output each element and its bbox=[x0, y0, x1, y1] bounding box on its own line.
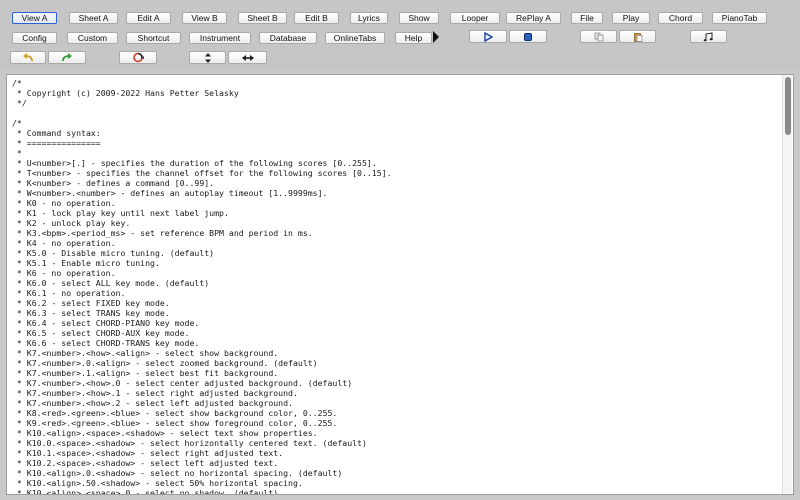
code-line: * K1 - lock play key until next label ju… bbox=[12, 208, 229, 218]
lyrics-button[interactable]: Lyrics bbox=[350, 12, 388, 24]
code-line: * K10.<align>.50.<shadow> - select 50% h… bbox=[12, 478, 303, 488]
code-line: * K8.<red>.<green>.<blue> - select show … bbox=[12, 408, 338, 418]
code-line: * K6.6 - select CHORD-TRANS key mode. bbox=[12, 338, 200, 348]
code-line: * K10.1.<space>.<shadow> - select right … bbox=[12, 448, 284, 458]
code-line: * K5.0 - Disable micro tuning. (default) bbox=[12, 248, 215, 258]
code-line: * K3.<bpm>.<period_ms> - set reference B… bbox=[12, 228, 313, 238]
code-line: * K7.<number>.1.<align> - select best fi… bbox=[12, 368, 279, 378]
code-line: * K10.<align>.<space>.<shadow> - select … bbox=[12, 428, 318, 438]
code-line: /* bbox=[12, 78, 22, 88]
code-line: * K6 - no operation. bbox=[12, 268, 116, 278]
pianotab-button[interactable]: PianoTab bbox=[712, 12, 767, 24]
code-line: * K5.1 - Enable micro tuning. bbox=[12, 258, 160, 268]
code-line: * K6.5 - select CHORD-AUX key mode. bbox=[12, 328, 190, 338]
sheet-a-button[interactable]: Sheet A bbox=[69, 12, 118, 24]
code-line: * K7.<number>.<how>.<align> - select sho… bbox=[12, 348, 279, 358]
view-a-button[interactable]: View A bbox=[12, 12, 57, 24]
code-line: * U<number>[.] - specifies the duration … bbox=[12, 158, 377, 168]
record-button[interactable] bbox=[119, 51, 157, 64]
more-arrow-icon[interactable] bbox=[432, 30, 440, 44]
code-line: */ bbox=[12, 98, 27, 108]
instrument-button[interactable]: Instrument bbox=[189, 32, 251, 44]
code-line: * K0 - no operation. bbox=[12, 198, 116, 208]
chord-button[interactable]: Chord bbox=[658, 12, 703, 24]
paste-icon bbox=[633, 32, 643, 42]
play-button[interactable]: Play bbox=[612, 12, 650, 24]
code-line: * bbox=[12, 148, 22, 158]
code-line: * K6.0 - select ALL key mode. (default) bbox=[12, 278, 210, 288]
sheet-b-button[interactable]: Sheet B bbox=[238, 12, 287, 24]
scrollbar-thumb[interactable] bbox=[785, 77, 791, 135]
redo-icon bbox=[61, 52, 73, 63]
vertical-resize-button[interactable] bbox=[189, 51, 226, 64]
help-button[interactable]: Help bbox=[395, 32, 432, 44]
code-line: * K10.2.<space>.<shadow> - select left a… bbox=[12, 458, 279, 468]
view-b-button[interactable]: View B bbox=[182, 12, 227, 24]
horizontal-resize-icon bbox=[241, 54, 254, 62]
code-line: * W<number>.<number> - defines an autopl… bbox=[12, 188, 328, 198]
show-button[interactable]: Show bbox=[399, 12, 439, 24]
replay-a-button[interactable]: RePlay A bbox=[506, 12, 561, 24]
copy-button[interactable] bbox=[580, 30, 617, 43]
notes-button[interactable] bbox=[690, 30, 727, 43]
looper-button[interactable]: Looper bbox=[450, 12, 500, 24]
code-line: * K9.<red>.<green>.<blue> - select show … bbox=[12, 418, 338, 428]
code-line: * K10.<align>.<space>.0 - select no shad… bbox=[12, 488, 279, 495]
onlinetabs-button[interactable]: OnlineTabs bbox=[325, 32, 385, 44]
edit-b-button[interactable]: Edit B bbox=[294, 12, 339, 24]
code-line: * K4 - no operation. bbox=[12, 238, 116, 248]
toolbar: View A Sheet A Edit A View B Sheet B Edi… bbox=[0, 0, 800, 70]
code-line: * K7.<number>.0.<align> - select zoomed … bbox=[12, 358, 318, 368]
shortcut-button[interactable]: Shortcut bbox=[126, 32, 181, 44]
database-button[interactable]: Database bbox=[259, 32, 317, 44]
code-line: * =============== bbox=[12, 138, 101, 148]
code-line: * K6.1 - no operation. bbox=[12, 288, 126, 298]
play-icon bbox=[483, 31, 493, 42]
code-line: * T<number> - specifies the channel offs… bbox=[12, 168, 392, 178]
config-button[interactable]: Config bbox=[12, 32, 57, 44]
code-line: /* bbox=[12, 118, 22, 128]
custom-button[interactable]: Custom bbox=[67, 32, 118, 44]
copy-icon bbox=[594, 32, 604, 42]
code-line: * K7.<number>.<how>.2 - select left adju… bbox=[12, 398, 293, 408]
horizontal-resize-button[interactable] bbox=[228, 51, 267, 64]
code-line: * K6.3 - select TRANS key mode. bbox=[12, 308, 170, 318]
code-line: * K<number> - defines a command [0..99]. bbox=[12, 178, 215, 188]
code-line: * Copyright (c) 2009-2022 Hans Petter Se… bbox=[12, 88, 239, 98]
stop-icon bbox=[523, 32, 533, 42]
music-notes-icon bbox=[703, 31, 714, 42]
redo-button[interactable] bbox=[48, 51, 86, 64]
code-line: * K7.<number>.<how>.1 - select right adj… bbox=[12, 388, 298, 398]
record-icon bbox=[132, 52, 144, 63]
undo-icon bbox=[22, 52, 34, 63]
code-line: * K6.4 - select CHORD-PIANO key mode. bbox=[12, 318, 200, 328]
paste-button[interactable] bbox=[619, 30, 656, 43]
edit-a-button[interactable]: Edit A bbox=[126, 12, 171, 24]
file-button[interactable]: File bbox=[571, 12, 603, 24]
editor-text[interactable]: /* * Copyright (c) 2009-2022 Hans Petter… bbox=[12, 78, 782, 495]
vertical-resize-icon bbox=[204, 52, 212, 63]
vertical-scrollbar[interactable] bbox=[782, 75, 792, 494]
code-line: * Command syntax: bbox=[12, 128, 101, 138]
code-line: * K10.0.<space>.<shadow> - select horizo… bbox=[12, 438, 367, 448]
stop-transport-button[interactable] bbox=[509, 30, 547, 43]
code-line: * K7.<number>.<how>.0 - select center ad… bbox=[12, 378, 353, 388]
play-transport-button[interactable] bbox=[469, 30, 507, 43]
code-line: * K6.2 - select FIXED key mode. bbox=[12, 298, 170, 308]
code-line: * K2 - unlock play key. bbox=[12, 218, 131, 228]
undo-button[interactable] bbox=[10, 51, 46, 64]
code-editor[interactable]: /* * Copyright (c) 2009-2022 Hans Petter… bbox=[6, 74, 794, 495]
code-line: * K10.<align>.0.<shadow> - select no hor… bbox=[12, 468, 343, 478]
